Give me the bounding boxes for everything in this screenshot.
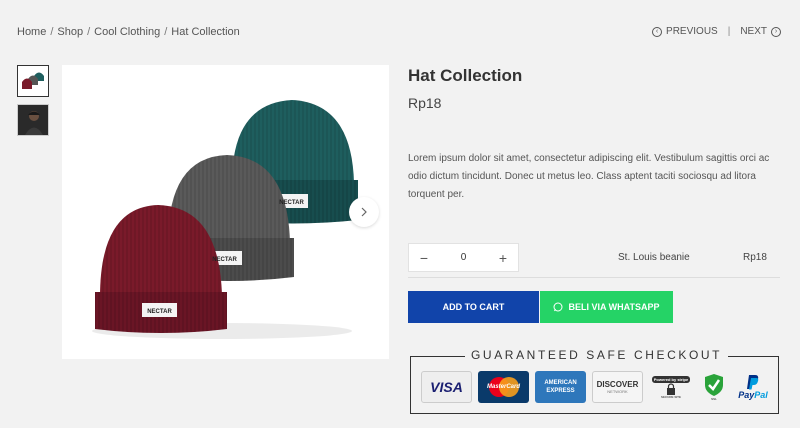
chevron-right-icon bbox=[361, 207, 367, 217]
hats-thumbnail-image bbox=[18, 66, 48, 96]
hats-image: NECTAR NECTAR NECTAR bbox=[92, 100, 358, 339]
hat-label-grey: NECTAR bbox=[212, 257, 237, 263]
product-title: Hat Collection bbox=[408, 66, 523, 85]
stripe-secure-label: SECURE SITE bbox=[660, 394, 681, 399]
amex-icon: AMERICAN EXPRESS bbox=[535, 371, 586, 403]
product-price: Rp18 bbox=[408, 95, 442, 111]
visa-label: VISA bbox=[430, 379, 463, 395]
discover-network-label: NETWORK bbox=[607, 389, 628, 394]
payment-badges: VISA MasterCard AMERICAN EXPRESS DISCOVE… bbox=[421, 371, 771, 403]
thumbnail-hats[interactable] bbox=[17, 65, 49, 97]
breadcrumb-separator: / bbox=[164, 26, 168, 38]
model-thumbnail-image bbox=[18, 105, 48, 135]
mastercard-icon: MasterCard bbox=[478, 371, 529, 403]
breadcrumb-category[interactable]: Cool Clothing bbox=[94, 26, 160, 38]
next-link[interactable]: NEXT › bbox=[740, 26, 781, 37]
breadcrumb-home[interactable]: Home bbox=[17, 26, 46, 38]
chevron-right-icon: › bbox=[771, 26, 781, 37]
previous-link[interactable]: ‹ PREVIOUS bbox=[652, 26, 718, 37]
divider bbox=[408, 277, 780, 278]
main-product-image: NECTAR NECTAR NECTAR bbox=[62, 65, 389, 359]
ssl-shield-icon: SSL bbox=[699, 371, 729, 403]
thumbnail-model[interactable] bbox=[17, 104, 49, 136]
next-label: NEXT bbox=[740, 26, 767, 37]
mastercard-label: MasterCard bbox=[486, 384, 520, 390]
safe-checkout-box: GUARANTEED SAFE CHECKOUT VISA MasterCard… bbox=[410, 348, 779, 414]
paypal-icon: PayPal bbox=[735, 371, 771, 403]
visa-icon: VISA bbox=[421, 371, 472, 403]
paypal-pay-label: Pay bbox=[738, 390, 755, 400]
chevron-left-icon: ‹ bbox=[652, 26, 663, 37]
stripe-secure-icon: Powered by stripe SECURE SITE bbox=[649, 371, 693, 403]
quantity-increase-button[interactable]: + bbox=[497, 250, 509, 266]
lock-icon bbox=[667, 382, 675, 395]
quantity-stepper: − 0 + bbox=[408, 243, 519, 272]
paypal-pal-label: Pal bbox=[754, 390, 768, 400]
breadcrumb-separator: / bbox=[87, 26, 91, 38]
breadcrumb-separator: / bbox=[50, 26, 54, 38]
breadcrumb-shop[interactable]: Shop bbox=[57, 26, 83, 38]
breadcrumb: Home / Shop / Cool Clothing / Hat Collec… bbox=[17, 26, 240, 38]
whatsapp-buy-button[interactable]: BELI VIA WHATSAPP bbox=[540, 291, 673, 323]
pager-divider: | bbox=[727, 26, 731, 37]
hat-label-red: NECTAR bbox=[147, 309, 172, 315]
image-next-button[interactable] bbox=[349, 197, 379, 227]
product-pager: ‹ PREVIOUS | NEXT › bbox=[652, 26, 781, 37]
amex-label: AMERICAN EXPRESS bbox=[544, 380, 577, 394]
variant-price: Rp18 bbox=[743, 252, 767, 263]
hat-label-teal: NECTAR bbox=[279, 200, 304, 206]
quantity-decrease-button[interactable]: − bbox=[418, 250, 430, 266]
whatsapp-button-label: BELI VIA WHATSAPP bbox=[568, 302, 660, 312]
whatsapp-icon bbox=[553, 302, 563, 312]
ssl-label: SSL bbox=[711, 397, 717, 401]
product-description: Lorem ipsum dolor sit amet, consectetur … bbox=[408, 153, 770, 200]
discover-label: DISCOVER bbox=[596, 380, 639, 389]
discover-icon: DISCOVER NETWORK bbox=[592, 371, 643, 403]
add-to-cart-button[interactable]: ADD TO CART bbox=[408, 291, 539, 323]
breadcrumb-current: Hat Collection bbox=[171, 26, 240, 38]
previous-label: PREVIOUS bbox=[666, 26, 718, 37]
stripe-label: Powered by stripe bbox=[651, 375, 691, 383]
checkout-title: GUARANTEED SAFE CHECKOUT bbox=[465, 348, 729, 362]
quantity-input[interactable]: 0 bbox=[461, 252, 467, 263]
thumbnail-gallery bbox=[17, 65, 49, 136]
variant-name: St. Louis beanie bbox=[618, 252, 690, 263]
